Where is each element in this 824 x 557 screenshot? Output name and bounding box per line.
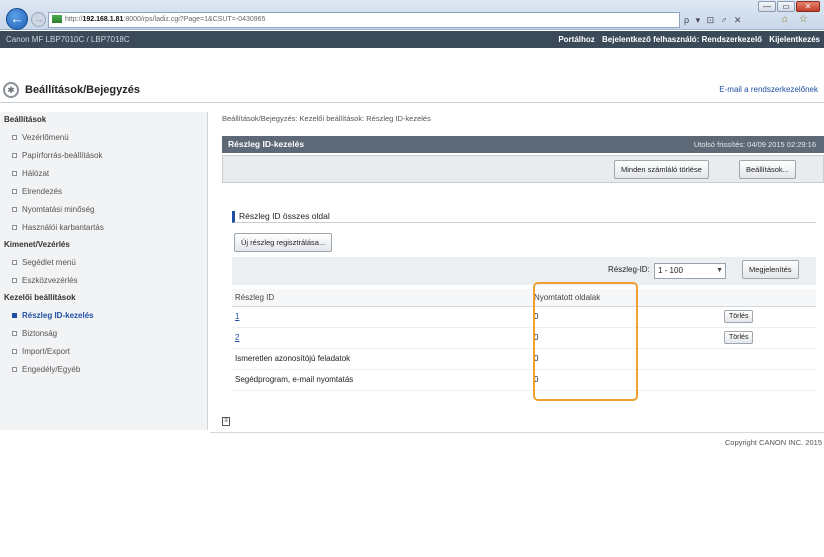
copyright: Copyright CANON INC. 2015 [724, 438, 822, 447]
sidebar-item-maintenance[interactable]: Használói karbantartás [0, 219, 207, 237]
last-updated: Utolsó frissítés: 04/09 2015 02:29:16 [693, 140, 816, 149]
breadcrumb: Beállítások/Bejegyzés: Kezelői beállítás… [222, 114, 431, 123]
bullet-icon [12, 153, 17, 159]
sidebar-group-output: Kimenet/Vezérlés [4, 240, 70, 249]
bullet-icon [12, 260, 17, 266]
sidebar: Beállítások Vezérlőmenü Papírforrás-beál… [0, 112, 208, 430]
sidebar-item-label: Import/Export [22, 347, 71, 356]
logout-link[interactable]: Kijelentkezés [769, 35, 820, 44]
table-row: Ismeretlen azonosítójú feladatok 0 [232, 348, 816, 370]
logged-in-user: Bejelentkező felhasználó: Rendszerkezelő [602, 35, 763, 44]
sidebar-item-label: Eszközvezérlés [22, 276, 78, 285]
sidebar-item-control-menu[interactable]: Vezérlőmenü [0, 129, 207, 147]
footer-divider [210, 432, 824, 433]
sidebar-item-label: Használói karbantartás [22, 223, 104, 232]
sidebar-item-utility-menu[interactable]: Segédlet menü [0, 254, 207, 272]
bullet-icon [12, 207, 17, 213]
address-path: :8000/rps/ladiz.cgi?Page=1&CSUT=-0430965 [123, 16, 266, 23]
top-bar: Canon MF LBP7010C / LBP7018C Portálhoz B… [0, 31, 824, 48]
panel-title: Részleg ID-kezelés [228, 139, 305, 149]
department-table: Részleg ID Nyomtatott oldalak 1 0 Törlés… [232, 289, 816, 391]
delete-button[interactable]: Törlés [724, 331, 754, 344]
department-id-range-select[interactable]: 1 - 100 ▼ [654, 263, 726, 279]
bullet-icon [12, 171, 17, 177]
delete-button[interactable]: Törlés [724, 310, 754, 323]
portal-link[interactable]: Portálhoz [558, 35, 594, 44]
select-value: 1 - 100 [658, 266, 683, 275]
page-top-icon[interactable]: ≡ [222, 417, 230, 426]
bullet-icon [12, 189, 17, 195]
address-bar[interactable]: http://192.168.1.81:8000/rps/ladiz.cgi?P… [48, 12, 680, 28]
bullet-icon [12, 367, 17, 373]
table-header-row: Részleg ID Nyomtatott oldalak [232, 289, 816, 307]
column-header-action [721, 289, 816, 307]
sidebar-item-label: Hálózat [22, 169, 50, 178]
sidebar-item-paper-source[interactable]: Papírforrás-beállítások [0, 147, 207, 165]
sidebar-item-label: Papírforrás-beállítások [22, 151, 103, 160]
chevron-down-icon: ▼ [716, 267, 723, 274]
sidebar-item-network[interactable]: Hálózat [0, 165, 207, 183]
bullet-icon [12, 225, 17, 231]
address-tools[interactable]: ρ ▾ ⊡ ♂ ✕ [684, 12, 743, 28]
window-controls: — ▭ ✕ [758, 1, 820, 12]
sidebar-item-layout[interactable]: Elrendezés [0, 183, 207, 201]
settings-button[interactable]: Beállítások... [739, 160, 796, 179]
close-window-button[interactable]: ✕ [796, 1, 820, 12]
bullet-icon [12, 278, 17, 284]
address-host: 192.168.1.81 [82, 16, 124, 23]
address-scheme: http:// [65, 16, 83, 23]
sidebar-item-label: Vezérlőmenü [22, 133, 69, 142]
department-id-link[interactable]: 2 [235, 333, 239, 342]
sidebar-group-settings: Beállítások [4, 115, 47, 124]
display-button[interactable]: Megjelenítés [742, 260, 799, 279]
sidebar-item-label: Segédlet menü [22, 258, 76, 267]
bullet-icon [12, 331, 17, 337]
department-id-link[interactable]: 1 [235, 312, 239, 321]
printed-pages-highlight [533, 282, 638, 401]
bullet-icon [12, 349, 17, 355]
page-title: Beállítások/Bejegyzés [25, 84, 140, 96]
table-row: Segédprogram, e-mail nyomtatás 0 [232, 369, 816, 391]
column-header-department-id: Részleg ID [232, 289, 531, 307]
clear-all-counters-button[interactable]: Minden számláló törlése [614, 160, 709, 179]
title-bar: ✱ Beállítások/Bejegyzés E-mail a rendsze… [0, 79, 824, 103]
filter-row: Részleg-ID: 1 - 100 ▼ Megjelenítés [232, 257, 816, 285]
sidebar-item-label: Biztonság [22, 329, 58, 338]
department-id-label: Részleg-ID: [608, 265, 650, 274]
maximize-button[interactable]: ▭ [777, 1, 795, 12]
mail-admin-link[interactable]: E-mail a rendszerkezelőnek [719, 85, 818, 94]
table-row: 1 0 Törlés [232, 306, 816, 328]
register-department-button[interactable]: Új részleg regisztrálása... [234, 233, 333, 252]
sidebar-item-security[interactable]: Biztonság [0, 325, 207, 343]
sidebar-item-department-id[interactable]: Részleg ID-kezelés [0, 307, 207, 325]
sidebar-item-print-quality[interactable]: Nyomtatási minőség [0, 201, 207, 219]
section-title: Részleg ID összes oldal [232, 211, 816, 223]
main-content: Beállítások/Bejegyzés: Kezelői beállítás… [222, 112, 824, 426]
table-row: 2 0 Törlés [232, 327, 816, 349]
device-name: Canon MF LBP7010C / LBP7018C [6, 35, 130, 44]
sidebar-item-license-other[interactable]: Engedély/Egyéb [0, 361, 207, 379]
top-links: Portálhoz Bejelentkező felhasználó: Rend… [553, 31, 820, 48]
site-icon [52, 15, 62, 24]
department-id-cell: Ismeretlen azonosítójú feladatok [232, 348, 531, 370]
gear-icon: ✱ [3, 82, 19, 98]
back-arrow-icon[interactable]: ← [6, 8, 28, 30]
sidebar-item-label: Részleg ID-kezelés [22, 311, 94, 320]
forward-arrow-icon[interactable]: → [31, 12, 46, 27]
minimize-button[interactable]: — [758, 1, 776, 12]
bullet-icon [12, 135, 17, 141]
sidebar-item-label: Elrendezés [22, 187, 63, 196]
sidebar-item-import-export[interactable]: Import/Export [0, 343, 207, 361]
department-id-cell: Segédprogram, e-mail nyomtatás [232, 369, 531, 391]
sidebar-item-label: Engedély/Egyéb [22, 365, 81, 374]
sidebar-group-admin: Kezelői beállítások [4, 293, 76, 302]
bullet-icon [12, 313, 17, 319]
toolbar: Minden számláló törlése Beállítások... [222, 155, 824, 183]
sidebar-item-device-control[interactable]: Eszközvezérlés [0, 272, 207, 290]
browser-chrome: — ▭ ✕ ← → http://192.168.1.81:8000/rps/l… [0, 0, 824, 41]
sidebar-item-label: Nyomtatási minőség [22, 205, 95, 214]
panel-header: Részleg ID-kezelés Utolsó frissítés: 04/… [222, 136, 824, 153]
